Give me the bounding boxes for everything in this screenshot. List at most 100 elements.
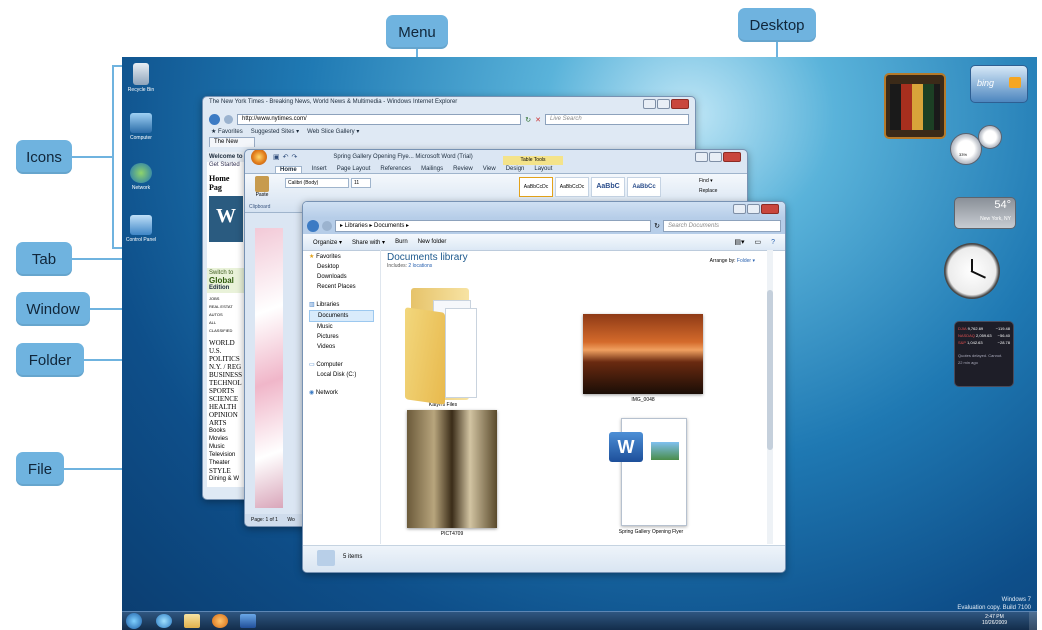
suggested-sites-link[interactable]: Suggested Sites ▾ (251, 128, 299, 135)
nav-pictures[interactable]: Pictures (309, 332, 374, 342)
nyt-section[interactable]: Books (209, 427, 243, 435)
start-button[interactable] (126, 613, 142, 629)
font-name-select[interactable]: Calibri (Body) (285, 178, 349, 188)
taskbar-media-player-icon[interactable] (212, 614, 228, 628)
ribbon-tab-view[interactable]: View (483, 166, 496, 173)
refresh-icon[interactable]: ↻ (654, 222, 660, 230)
explorer-content-pane[interactable]: Documents library Includes: 2 locations … (383, 250, 773, 544)
nyt-section[interactable]: Theater (209, 459, 243, 467)
nyt-section[interactable]: CLASSIFIED (209, 327, 243, 335)
maximize-button[interactable] (709, 152, 722, 162)
redo-icon[interactable]: ↷ (292, 153, 298, 161)
nav-libraries[interactable]: ▥ Libraries (309, 300, 374, 310)
style-heading-1[interactable]: AaBbC (591, 177, 625, 197)
nyt-section[interactable]: Movies (209, 435, 243, 443)
clock-gadget[interactable] (944, 243, 1000, 299)
burn-button[interactable]: Burn (395, 239, 408, 245)
tray-date[interactable]: 10/26/2009 (982, 620, 1007, 626)
nav-desktop[interactable]: Desktop (309, 262, 374, 272)
stock-row[interactable]: NASDAQ 2,059.63 −56.40 (958, 332, 1010, 339)
nyt-section[interactable]: AUTOS (209, 311, 243, 319)
cpu-meter-gadget[interactable]: 33% (948, 123, 1004, 167)
scrollbar-thumb[interactable] (767, 290, 773, 450)
new-folder-button[interactable]: New folder (418, 239, 447, 245)
organize-button[interactable]: Organize ▾ (313, 239, 342, 246)
nyt-section[interactable]: HEALTH (209, 403, 243, 411)
nyt-section[interactable]: Music (209, 443, 243, 451)
replace-button[interactable]: Replace (699, 188, 717, 194)
ribbon-tab-home[interactable]: Home (275, 166, 302, 173)
desktop-icon-network[interactable]: Network (122, 163, 164, 191)
nyt-section[interactable]: ALL (209, 319, 243, 327)
ie-page[interactable]: Welcome to Get Started Home Pag W Switch… (207, 152, 246, 487)
forward-arrow-icon[interactable] (322, 221, 332, 231)
share-with-button[interactable]: Share with ▾ (352, 239, 385, 246)
undo-icon[interactable]: ↶ (283, 153, 289, 161)
nyt-section[interactable]: JOBS (209, 295, 243, 303)
web-slice-gallery-link[interactable]: Web Slice Gallery ▾ (307, 128, 359, 135)
explorer-window[interactable]: ▸ Libraries ▸ Documents ▸ ↻ Search Docum… (302, 201, 786, 573)
find-button[interactable]: Find ▾ (699, 178, 713, 184)
nyt-section[interactable]: ARTS (209, 419, 243, 427)
locations-link[interactable]: 2 locations (408, 263, 432, 269)
style-normal[interactable]: AaBbCcDc (519, 177, 553, 197)
preview-pane-icon[interactable]: ▭ (754, 238, 761, 246)
taskbar-ie-icon[interactable] (156, 614, 172, 628)
paste-button[interactable]: Paste (251, 176, 273, 198)
desktop-icon-computer[interactable]: Computer (122, 113, 164, 141)
close-button[interactable] (723, 152, 741, 162)
nav-music[interactable]: Music (309, 322, 374, 332)
nav-documents[interactable]: Documents (309, 310, 374, 322)
style-gallery[interactable]: AaBbCcDc AaBbCcDc AaBbC AaBbCc (519, 177, 661, 197)
minimize-button[interactable] (695, 152, 708, 162)
stock-row[interactable]: DJIA 9,762.69 −119.48 (958, 325, 1010, 332)
nyt-section[interactable]: BUSINESS (209, 371, 243, 379)
file-item-spring-gallery-flyer[interactable]: W Spring Gallery Opening Flyer (601, 418, 701, 535)
file-item-pict4709[interactable]: PICT4709 (407, 410, 497, 537)
office-button-icon[interactable] (251, 150, 267, 165)
minimize-button[interactable] (643, 99, 656, 109)
bing-gadget[interactable]: bing (970, 65, 1028, 103)
show-desktop-button[interactable] (1029, 612, 1037, 630)
nav-videos[interactable]: Videos (309, 342, 374, 352)
font-size-select[interactable]: 11 (351, 178, 371, 188)
nav-local-disk[interactable]: Local Disk (C:) (309, 370, 374, 380)
ribbon-tab-references[interactable]: References (380, 166, 411, 173)
minimize-button[interactable] (733, 204, 746, 214)
ie-search-box[interactable]: Live Search (545, 114, 689, 125)
refresh-icon[interactable]: ↻ (525, 116, 531, 124)
get-started-link[interactable]: Get Started (207, 162, 245, 168)
nyt-section[interactable]: U.S. (209, 347, 243, 355)
nyt-section[interactable]: STYLE (209, 467, 243, 475)
favorites-button[interactable]: ★ Favorites (211, 128, 243, 135)
save-icon[interactable]: ▣ (273, 153, 280, 161)
back-arrow-icon[interactable] (209, 114, 220, 125)
nyt-section[interactable]: N.Y. / REG (209, 363, 243, 371)
desktop[interactable]: Recycle Bin Computer Network Control Pan… (122, 57, 1037, 630)
ie-tab[interactable]: The New (209, 137, 255, 147)
ribbon-tab-layout[interactable]: Layout (534, 166, 552, 173)
picture-puzzle-gadget[interactable] (884, 73, 946, 139)
close-button[interactable] (761, 204, 779, 214)
nyt-section[interactable]: TECHNOL (209, 379, 243, 387)
ribbon-tab-review[interactable]: Review (453, 166, 473, 173)
taskbar-explorer-icon[interactable] (184, 614, 200, 628)
back-arrow-icon[interactable] (307, 220, 319, 232)
weather-gadget[interactable]: 54° New York, NY (954, 197, 1016, 229)
bing-search-icon[interactable] (1009, 77, 1021, 88)
nav-favorites[interactable]: ★ Favorites (309, 252, 374, 262)
nav-downloads[interactable]: Downloads (309, 272, 374, 282)
maximize-button[interactable] (747, 204, 760, 214)
taskbar-word-icon[interactable] (240, 614, 256, 628)
nav-network[interactable]: ◉ Network (309, 388, 374, 398)
ie-address-bar[interactable]: http://www.nytimes.com/ (237, 114, 522, 125)
nyt-section[interactable]: POLITICS (209, 355, 243, 363)
desktop-icon-recycle-bin[interactable]: Recycle Bin (122, 63, 164, 93)
ribbon-tab-page-layout[interactable]: Page Layout (337, 166, 371, 173)
stop-icon[interactable]: ✕ (535, 116, 541, 124)
views-icon[interactable]: ▤▾ (734, 238, 744, 246)
ribbon-tab-design[interactable]: Design (506, 166, 525, 173)
ribbon-tab-mailings[interactable]: Mailings (421, 166, 443, 173)
help-icon[interactable]: ? (771, 239, 775, 246)
stock-row[interactable]: S&P 1,042.63 −28.78 (958, 339, 1010, 346)
